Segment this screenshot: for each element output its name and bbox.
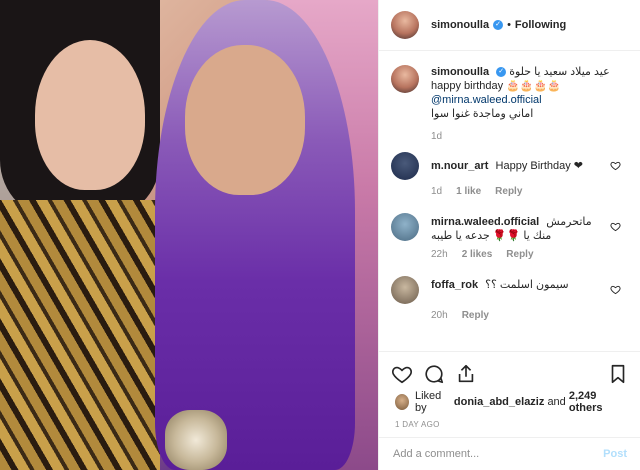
action-bar (379, 352, 640, 388)
likes-middle: and (547, 396, 566, 408)
comments-list[interactable]: simonoulla ✓ عيد ميلاد سعيد يا حلوة happ… (379, 51, 640, 351)
comment-text: سيمون اسلمت ؟؟ (485, 279, 569, 291)
photo-leopard-dress (0, 200, 160, 470)
author-username[interactable]: simonoulla (431, 19, 489, 31)
comment-reply-button[interactable]: Reply (462, 310, 489, 321)
caption-avatar[interactable] (391, 65, 419, 93)
comment-item: m.nour_art Happy Birthday ❤ 1d 1 like Re… (379, 152, 640, 197)
caption-text: simonoulla ✓ عيد ميلاد سعيد يا حلوة happ… (431, 65, 629, 121)
liker-avatar[interactable] (395, 394, 409, 410)
like-comment-heart-icon[interactable] (610, 160, 621, 171)
photo-woman-face-right (185, 45, 305, 195)
post-caption: simonoulla ✓ عيد ميلاد سعيد يا حلوة happ… (379, 51, 640, 121)
comment-reply-button[interactable]: Reply (506, 249, 533, 260)
comment-item: mirna.waleed.official ماتحرمش منك يا 🌹🌹 … (379, 213, 640, 260)
share-upload-icon[interactable] (455, 363, 477, 385)
comment-likes[interactable]: 2 likes (462, 249, 493, 260)
header-separator: • (507, 19, 511, 31)
comment-reply-button[interactable]: Reply (495, 186, 522, 197)
like-heart-icon[interactable] (391, 363, 413, 385)
author-avatar[interactable] (391, 11, 419, 39)
like-comment-heart-icon[interactable] (610, 221, 621, 232)
comment-time[interactable]: 20h (431, 310, 448, 321)
following-button[interactable]: Following (515, 19, 566, 31)
post-photo[interactable] (0, 0, 378, 470)
comment-avatar[interactable] (391, 213, 419, 241)
photo-woman-face-left (35, 40, 145, 190)
photo-brooch (165, 410, 227, 470)
like-comment-heart-icon[interactable] (610, 284, 621, 295)
comment-time[interactable]: 22h (431, 249, 448, 260)
comment-meta: 22h 2 likes Reply (431, 249, 629, 260)
comment-avatar[interactable] (391, 276, 419, 304)
comment-username[interactable]: mirna.waleed.official (431, 216, 539, 228)
bookmark-icon[interactable] (607, 363, 629, 385)
comment-meta: 1d 1 like Reply (431, 186, 629, 197)
comment-body: foffa_rok سيمون اسلمت ؟؟ (431, 276, 611, 292)
post-side-panel: simonoulla ✓ • Following simonoulla ✓ عي… (378, 0, 640, 470)
comment-username[interactable]: foffa_rok (431, 279, 478, 291)
comment-bubble-icon[interactable] (423, 363, 445, 385)
post-timestamp[interactable]: 1 DAY AGO (379, 414, 640, 429)
comment-time[interactable]: 1d (431, 186, 442, 197)
comment-likes[interactable]: 1 like (456, 186, 481, 197)
comment-item: foffa_rok سيمون اسلمت ؟؟ 20h Reply (379, 276, 640, 321)
comment-text: Happy Birthday ❤ (495, 160, 584, 172)
post-actions-area: Liked by donia_abd_elaziz and 2,249 othe… (379, 351, 640, 437)
caption-timestamp[interactable]: 1d (431, 131, 640, 142)
comment-body: m.nour_art Happy Birthday ❤ (431, 152, 611, 173)
add-comment-bar: Post (379, 437, 640, 470)
caption-username[interactable]: simonoulla (431, 66, 489, 78)
post-comment-button[interactable]: Post (603, 448, 627, 460)
likes-prefix: Liked by (414, 390, 442, 414)
comment-username[interactable]: m.nour_art (431, 160, 488, 172)
comment-avatar[interactable] (391, 152, 419, 180)
verified-badge-icon: ✓ (496, 67, 507, 78)
post-header: simonoulla ✓ • Following (379, 0, 640, 51)
verified-badge-icon: ✓ (493, 20, 504, 30)
caption-mention[interactable]: @mirna.waleed.official (431, 94, 542, 106)
likes-summary: Liked by donia_abd_elaziz and 2,249 othe… (379, 388, 640, 414)
comment-body: mirna.waleed.official ماتحرمش منك يا 🌹🌹 … (431, 213, 611, 243)
liker-username[interactable]: donia_abd_elaziz (454, 396, 544, 408)
comment-meta: 20h Reply (431, 310, 629, 321)
add-comment-input[interactable] (393, 448, 604, 460)
caption-line-3: اماني وماجدة غنوا سوا (431, 108, 534, 120)
likes-count[interactable]: 2,249 others (569, 390, 625, 414)
